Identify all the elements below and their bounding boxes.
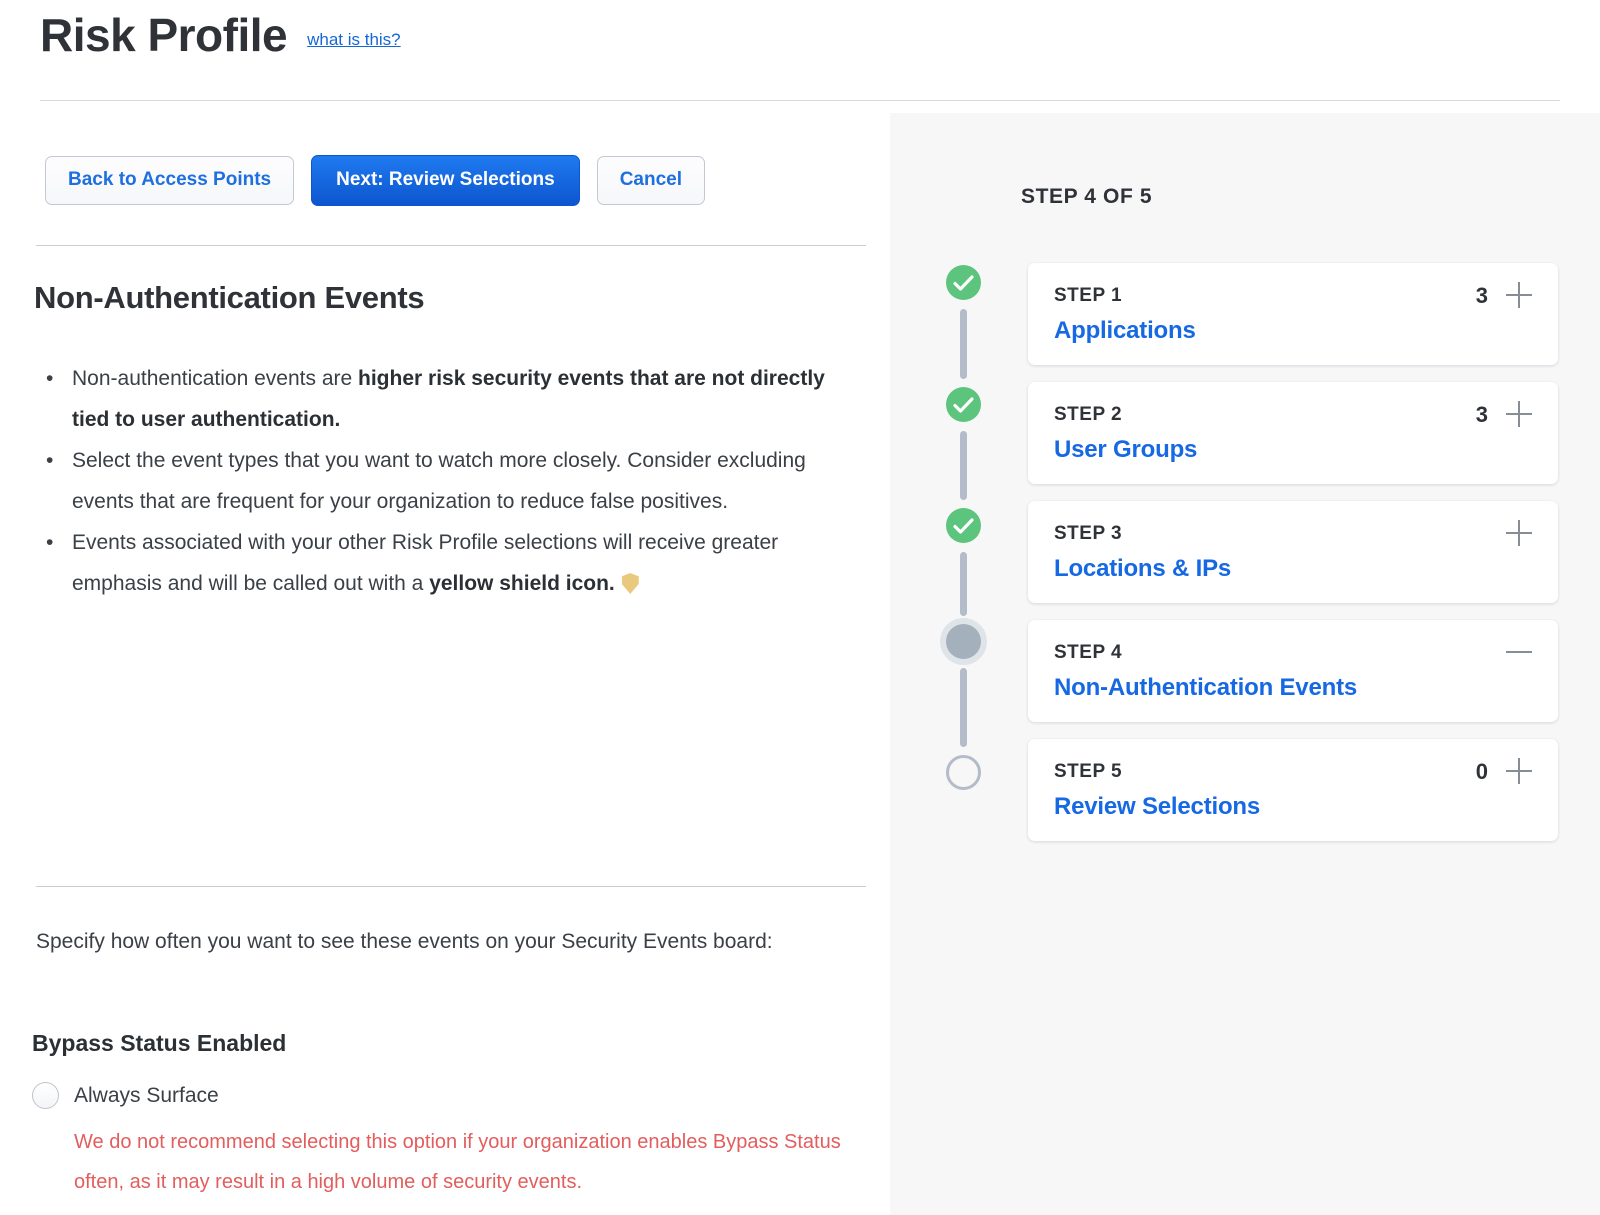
step-kicker: STEP 4 [1054,642,1122,664]
check-icon [953,517,974,535]
step-card-3[interactable]: STEP 3 Locations & IPs [1028,501,1558,603]
timeline-node-3-done[interactable] [946,508,981,543]
what-is-this-link[interactable]: what is this? [307,30,401,50]
section-title: Non-Authentication Events [34,280,424,316]
steps-sidebar: STEP 4 OF 5 STEP 1 3 Applications STEP 2 3 Us… [890,113,1600,1215]
timeline-node-5-future[interactable] [946,755,981,790]
bullet-item: Select the event types that you want to … [34,440,859,522]
step-card-controls: 3 [1476,285,1532,307]
timeline-node-2-done[interactable] [946,387,981,422]
minus-icon[interactable] [1506,639,1532,665]
bypass-status-heading: Bypass Status Enabled [32,1030,286,1057]
step-card-header: STEP 3 [1054,523,1532,545]
header-divider [40,100,1560,101]
page-title: Risk Profile [40,10,287,61]
step-kicker: STEP 5 [1054,761,1122,783]
step-card-1[interactable]: STEP 1 3 Applications [1028,263,1558,365]
radio-label[interactable]: Always Surface [74,1081,219,1110]
next-review-selections-button[interactable]: Next: Review Selections [311,155,580,206]
check-icon [953,396,974,414]
step-card-header: STEP 1 3 [1054,285,1532,307]
plus-icon[interactable] [1506,282,1532,308]
step-name-link[interactable]: Non-Authentication Events [1054,674,1532,702]
step-card-4[interactable]: STEP 4 Non-Authentication Events [1028,620,1558,722]
bullet-item: Events associated with your other Risk P… [34,522,859,604]
step-name-link[interactable]: Review Selections [1054,793,1532,821]
timeline-connector [960,668,967,747]
bullet-text: Events associated with your other Risk P… [72,531,778,595]
step-timeline [935,265,991,795]
step-card-controls: 3 [1476,404,1532,426]
plus-icon[interactable] [1506,401,1532,427]
page-header: Risk Profile what is this? [40,10,401,61]
timeline-node-1-done[interactable] [946,265,981,300]
step-card-list: STEP 13ApplicationsSTEP 23User GroupsSTE… [1028,263,1558,858]
step-card-header: STEP 2 3 [1054,404,1532,426]
step-selection-count: 3 [1476,285,1488,307]
step-kicker: STEP 1 [1054,285,1122,307]
radio-warning-text: We do not recommend selecting this optio… [74,1122,874,1202]
info-bullet-list: Non-authentication events are higher ris… [34,358,859,604]
step-kicker: STEP 3 [1054,523,1122,545]
check-icon [953,274,974,292]
step-card-controls: 0 [1476,761,1532,783]
bullet-emphasis: yellow shield icon. [429,572,615,595]
timeline-connector [960,309,967,379]
step-progress-label: STEP 4 OF 5 [1021,185,1152,209]
step-card-header: STEP 4 [1054,642,1532,664]
timeline-connector [960,431,967,500]
main-content: Back to Access Points Next: Review Selec… [0,113,890,1215]
bullet-item: Non-authentication events are higher ris… [34,358,859,440]
step-card-controls [1506,523,1532,545]
step-kicker: STEP 2 [1054,404,1122,426]
risk-profile-page: Risk Profile what is this? Back to Acces… [0,0,1600,1215]
step-card-5[interactable]: STEP 5 0 Review Selections [1028,739,1558,841]
step-card-controls [1506,642,1532,664]
radio-row[interactable]: Always Surface [32,1081,872,1110]
action-button-row: Back to Access Points Next: Review Selec… [45,155,705,206]
timeline-connector [960,552,967,616]
step-selection-count: 3 [1476,404,1488,426]
radio-option: Always Surface We do not recommend select… [32,1081,872,1202]
step-card-2[interactable]: STEP 2 3 User Groups [1028,382,1558,484]
radio-button-1[interactable] [32,1082,59,1109]
step-name-link[interactable]: Locations & IPs [1054,555,1532,583]
plus-icon[interactable] [1506,758,1532,784]
yellow-shield-icon [622,573,639,594]
plus-icon[interactable] [1506,520,1532,546]
step-selection-count: 0 [1476,761,1488,783]
specify-frequency-text: Specify how often you want to see these … [36,921,806,962]
toolbar-divider [36,245,866,246]
step-card-header: STEP 5 0 [1054,761,1532,783]
bullet-text: Non-authentication events are [72,367,358,390]
bypass-status-radio-group: Always Surface We do not recommend select… [32,1081,872,1215]
bullet-text: Select the event types that you want to … [72,449,806,513]
step-name-link[interactable]: Applications [1054,317,1532,345]
step-name-link[interactable]: User Groups [1054,436,1532,464]
back-to-access-points-button[interactable]: Back to Access Points [45,156,294,205]
timeline-node-4-current[interactable] [940,618,987,665]
content-divider [36,886,866,887]
cancel-button[interactable]: Cancel [597,156,705,205]
